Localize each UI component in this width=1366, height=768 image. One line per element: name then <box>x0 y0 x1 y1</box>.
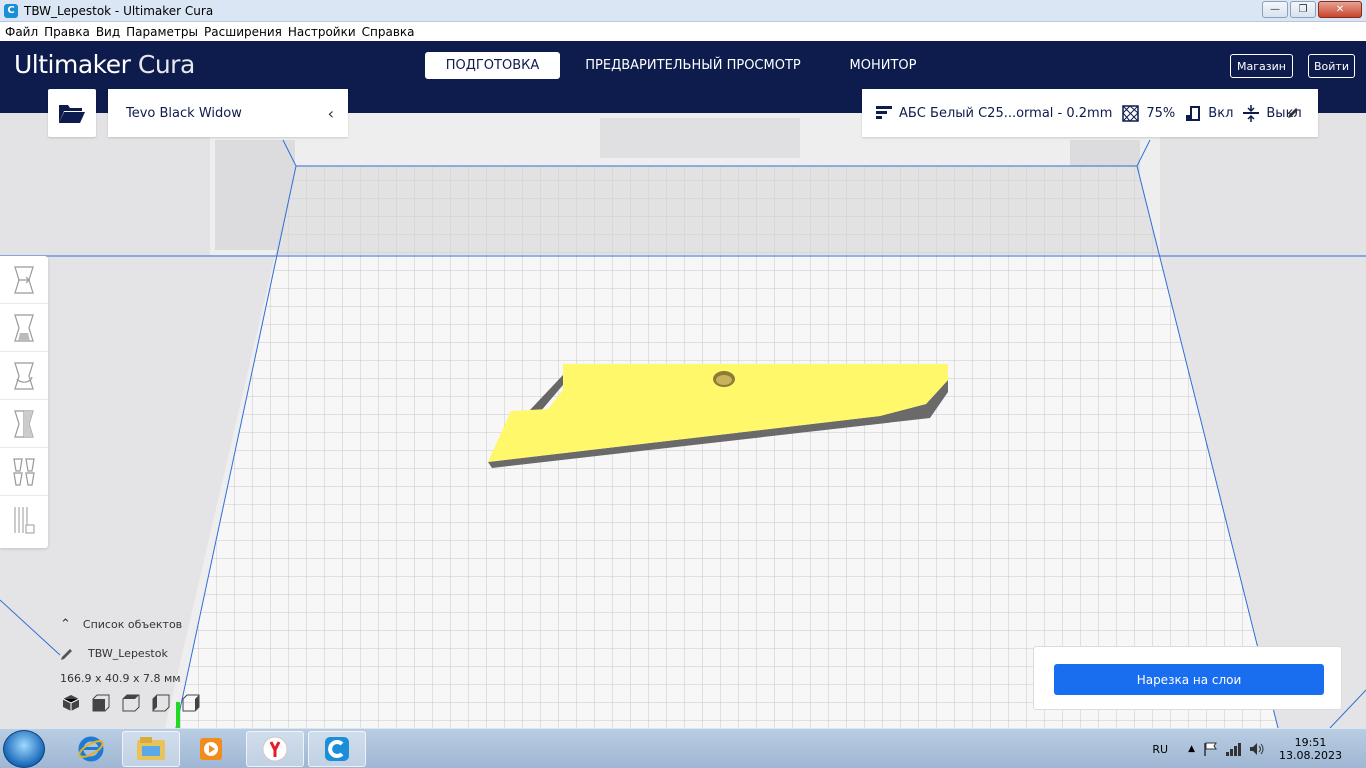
object-name: TBW_Lepestok <box>88 647 168 660</box>
scale-tool-icon <box>14 313 34 342</box>
pencil-icon <box>61 648 72 660</box>
support-value: Вкл <box>1208 105 1234 121</box>
language-indicator[interactable]: RU <box>1152 743 1168 756</box>
3d-viewport[interactable] <box>0 113 1366 728</box>
clock-date: 13.08.2023 <box>1279 749 1342 762</box>
support-blocker-button[interactable] <box>0 496 48 544</box>
menu-extensions[interactable]: Расширения <box>201 25 285 39</box>
tab-monitor[interactable]: МОНИТОР <box>830 52 936 79</box>
window-controls: — ❐ ✕ <box>1262 1 1362 18</box>
volume-icon[interactable] <box>1249 742 1265 756</box>
move-tool-button[interactable] <box>0 256 48 304</box>
object-list-title: Список объектов <box>82 618 183 631</box>
menu-edit[interactable]: Правка <box>41 25 93 39</box>
clock[interactable]: 19:51 13.08.2023 <box>1279 736 1342 762</box>
tool-panel <box>0 256 48 548</box>
top-view-icon[interactable] <box>122 694 140 712</box>
start-button[interactable] <box>3 730 45 768</box>
left-view-icon[interactable] <box>152 694 170 712</box>
taskbar-media-player[interactable] <box>182 731 240 767</box>
taskbar-ie[interactable] <box>62 731 120 767</box>
minimize-button[interactable]: — <box>1262 1 1288 18</box>
logo-light: Cura <box>137 50 195 79</box>
object-dimensions: 166.9 x 40.9 x 7.8 мм <box>60 671 181 685</box>
folder-icon <box>59 105 85 123</box>
yandex-browser-icon <box>262 736 288 762</box>
print-setup-selector[interactable]: АБС Белый С25...ormal - 0.2mm 75% Вкл Вы… <box>862 89 1318 137</box>
build-plate-scene <box>0 113 1366 728</box>
windows-taskbar: RU ▲ 19:51 13.08.2023 <box>0 728 1366 768</box>
move-tool-icon <box>14 265 34 294</box>
window-title: TBW_Lepestok - Ultimaker Cura <box>24 3 214 18</box>
printer-name: Tevo Black Widow <box>126 105 242 121</box>
tab-preview[interactable]: ПРЕДВАРИТЕЛЬНЫЙ ПРОСМОТР <box>578 52 808 79</box>
profile-icon <box>876 106 892 119</box>
menu-settings[interactable]: Параметры <box>123 25 201 39</box>
mirror-tool-icon <box>14 409 34 438</box>
window-title-bar: C TBW_Lepestok - Ultimaker Cura — ❐ ✕ <box>0 0 1366 22</box>
object-dimensions-row: 166.9 x 40.9 x 7.8 мм <box>60 668 182 688</box>
rotate-tool-button[interactable] <box>0 352 48 400</box>
scale-tool-button[interactable] <box>0 304 48 352</box>
taskbar-yandex[interactable] <box>246 731 304 767</box>
profile-label: АБС Белый С25...ormal - 0.2mm <box>899 105 1113 121</box>
adhesion-icon <box>1243 104 1260 122</box>
ie-icon <box>78 736 104 762</box>
chevron-up-icon: ⌃ <box>60 617 71 632</box>
logo-bold: Ultimaker <box>14 50 131 79</box>
menu-preferences[interactable]: Настройки <box>285 25 359 39</box>
close-button[interactable]: ✕ <box>1318 1 1362 18</box>
right-view-icon[interactable] <box>182 694 200 712</box>
slice-panel: Нарезка на слои <box>1033 646 1342 710</box>
object-list-header[interactable]: ⌃ Список объектов <box>60 610 182 639</box>
menu-view[interactable]: Вид <box>93 25 123 39</box>
network-icon[interactable] <box>1225 742 1243 756</box>
open-file-button[interactable] <box>48 89 96 137</box>
flag-icon[interactable] <box>1203 742 1219 756</box>
mirror-tool-button[interactable] <box>0 400 48 448</box>
front-view-icon[interactable] <box>92 694 110 712</box>
clock-time: 19:51 <box>1294 736 1327 749</box>
3d-view-icon[interactable] <box>62 694 80 712</box>
signin-button[interactable]: Войти <box>1308 54 1355 78</box>
rotate-tool-icon <box>14 361 34 390</box>
support-icon <box>1186 105 1201 121</box>
object-list-item[interactable]: TBW_Lepestok <box>60 639 182 668</box>
infill-icon <box>1122 104 1140 122</box>
printer-selector[interactable]: Tevo Black Widow ‹ <box>108 89 348 137</box>
chevron-left-icon: ‹ <box>327 104 334 123</box>
support-blocker-icon <box>14 507 35 534</box>
tab-prepare[interactable]: ПОДГОТОВКА <box>425 52 560 79</box>
per-model-settings-icon <box>13 457 35 486</box>
pencil-icon[interactable] <box>1287 107 1299 119</box>
slice-button[interactable]: Нарезка на слои <box>1054 664 1324 695</box>
taskbar-explorer[interactable] <box>122 731 180 767</box>
infill-value: 75% <box>1146 105 1176 121</box>
explorer-icon <box>137 737 165 760</box>
menu-file[interactable]: Файл <box>2 25 41 39</box>
tray-expand-icon[interactable]: ▲ <box>1188 744 1195 754</box>
marketplace-button[interactable]: Магазин <box>1230 54 1293 78</box>
per-model-settings-button[interactable] <box>0 448 48 496</box>
app-logo: Ultimaker Cura <box>14 50 195 79</box>
cura-icon <box>325 737 349 761</box>
menu-bar: Файл Правка Вид Параметры Расширения Нас… <box>0 22 1366 41</box>
view-orientation-controls <box>62 694 200 712</box>
taskbar-cura[interactable] <box>308 731 366 767</box>
menu-help[interactable]: Справка <box>359 25 418 39</box>
system-tray: RU ▲ 19:51 13.08.2023 <box>1152 729 1366 768</box>
cura-icon: C <box>4 3 18 18</box>
maximize-button[interactable]: ❐ <box>1290 1 1316 18</box>
media-player-icon <box>200 738 222 760</box>
object-list: ⌃ Список объектов TBW_Lepestok 166.9 x 4… <box>60 610 182 688</box>
